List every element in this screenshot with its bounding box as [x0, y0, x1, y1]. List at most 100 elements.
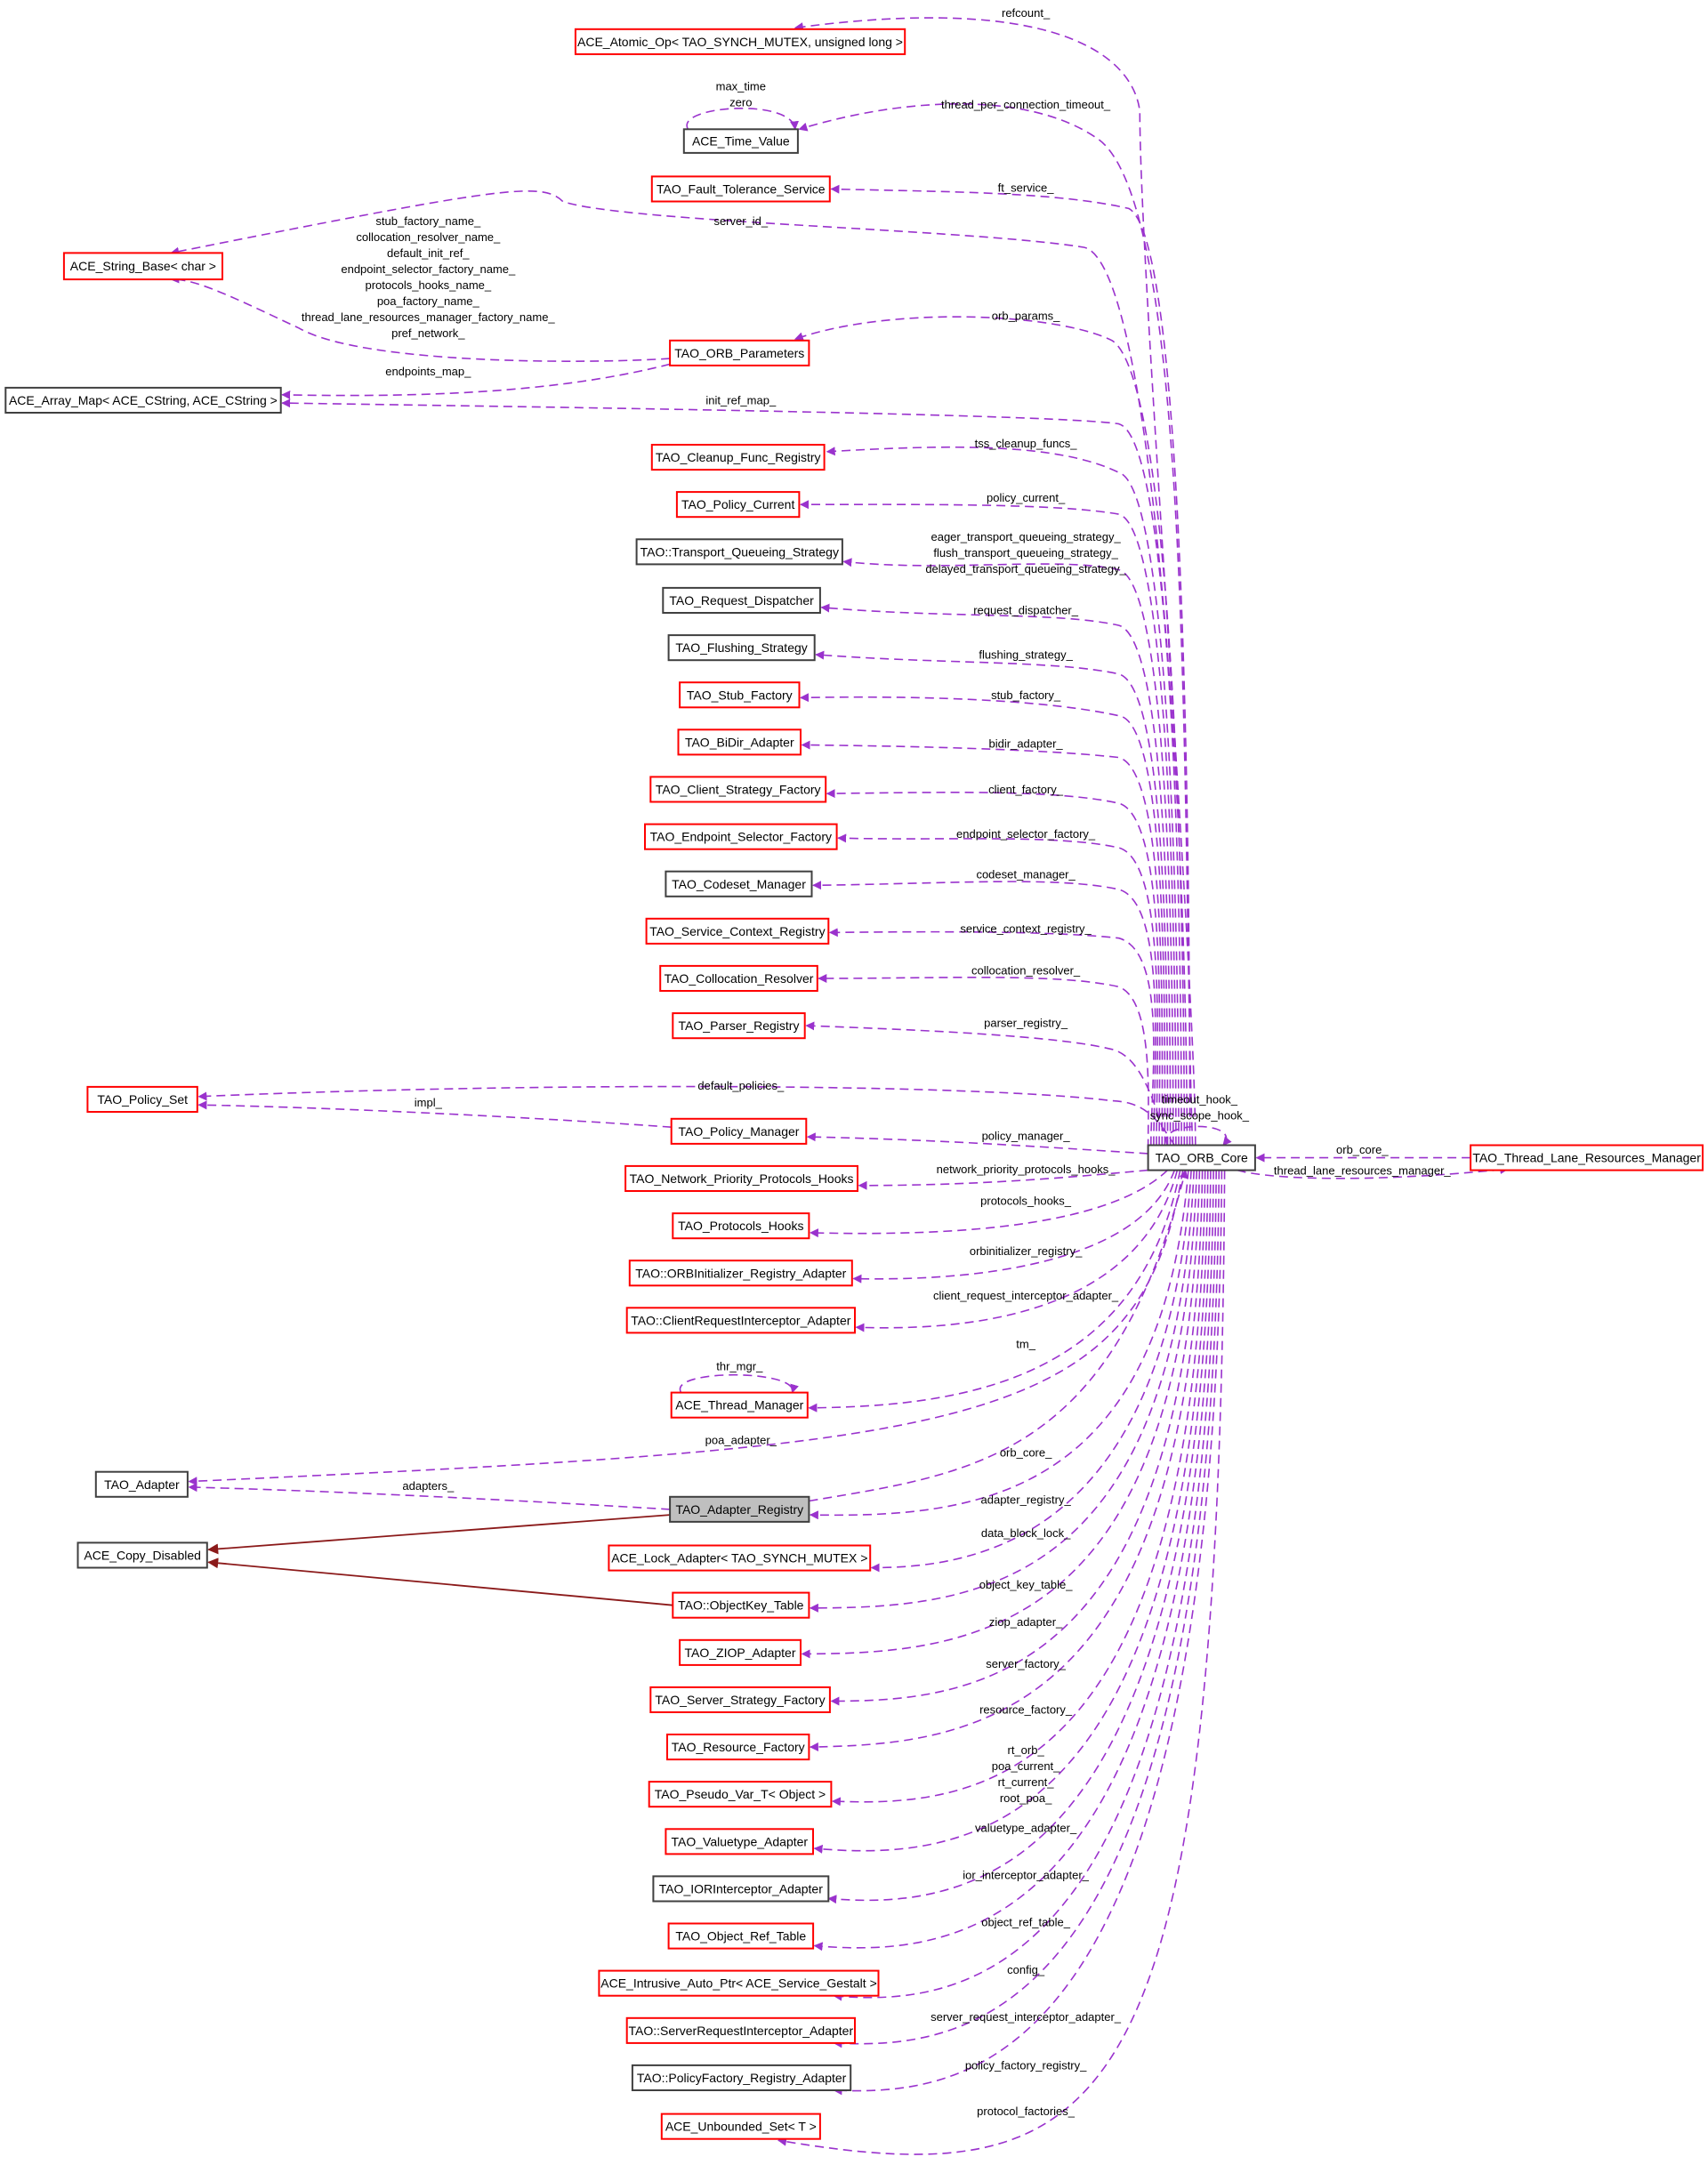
edge-label: stub_factory_ [991, 688, 1061, 702]
edge-label: rt_orb_ [1007, 1743, 1044, 1757]
usage-edge-orb_core-to-colloc [818, 973, 1149, 1148]
class-node-obj-ref[interactable]: TAO_Object_Ref_Table [667, 1922, 815, 1950]
class-node-policy-mgr[interactable]: TAO_Policy_Manager [670, 1117, 808, 1145]
class-node-ziop[interactable]: TAO_ZIOP_Adapter [679, 1638, 802, 1666]
edge-label: tm_ [1016, 1338, 1035, 1351]
edge-label: client_request_interceptor_adapter_ [933, 1289, 1119, 1302]
class-node-client-sf[interactable]: TAO_Client_Strategy_Factory [649, 776, 827, 803]
edge-label: data_block_lock_ [981, 1526, 1071, 1540]
edge-label: timeout_hook_ [1162, 1093, 1238, 1107]
class-node-bidir[interactable]: TAO_BiDir_Adapter [677, 728, 802, 756]
class-node-label: TAO_IORInterceptor_Adapter [659, 1881, 823, 1895]
class-node-label: TAO_Valuetype_Adapter [672, 1834, 809, 1848]
edge-label: endpoints_map_ [385, 365, 471, 378]
class-node-label: TAO_Adapter_Registry [675, 1502, 803, 1517]
class-node-intrusive[interactable]: ACE_Intrusive_Auto_Ptr< ACE_Service_Gest… [598, 1969, 880, 1997]
edge-label: ziop_adapter_ [989, 1615, 1063, 1629]
edge-label: flush_transport_queueing_strategy_ [933, 546, 1118, 559]
class-node-policy-set[interactable]: TAO_Policy_Set [86, 1085, 198, 1114]
class-node-parser[interactable]: TAO_Parser_Registry [672, 1012, 806, 1040]
class-node-valuetype[interactable]: TAO_Valuetype_Adapter [665, 1828, 815, 1855]
class-node-atomic-op[interactable]: ACE_Atomic_Op< TAO_SYNCH_MUTEX, unsigned… [574, 28, 906, 55]
class-node-label: TAO_Client_Strategy_Factory [656, 783, 821, 797]
class-node-orb-core[interactable]: TAO_ORB_Core [1147, 1144, 1256, 1171]
class-node-req-disp[interactable]: TAO_Request_Dispatcher [662, 586, 821, 615]
edge-label: default_policies_ [697, 1079, 785, 1092]
class-node-copy-disabled[interactable]: ACE_Copy_Disabled [77, 1541, 208, 1569]
class-node-endpoint-sf[interactable]: TAO_Endpoint_Selector_Factory [644, 823, 838, 850]
class-node-objkey[interactable]: TAO::ObjectKey_Table [672, 1591, 810, 1619]
class-node-label: TAO_Thread_Lane_Resources_Manager [1472, 1151, 1701, 1165]
class-node-label: TAO_Service_Context_Registry [649, 924, 825, 938]
class-node-label: TAO_Stub_Factory [687, 688, 793, 702]
class-node-policy-current[interactable]: TAO_Policy_Current [675, 491, 801, 519]
class-node-npph[interactable]: TAO_Network_Priority_Protocols_Hooks [624, 1164, 858, 1193]
class-node-string-base[interactable]: ACE_String_Base< char > [62, 252, 224, 281]
class-node-pseudo[interactable]: TAO_Pseudo_Var_T< Object > [648, 1781, 833, 1808]
class-node-adapter[interactable]: TAO_Adapter [94, 1470, 189, 1498]
class-node-colloc[interactable]: TAO_Collocation_Resolver [659, 964, 818, 993]
class-node-lock-adapter[interactable]: ACE_Lock_Adapter< TAO_SYNCH_MUTEX > [608, 1544, 872, 1572]
edge-label: ior_interceptor_adapter_ [963, 1869, 1089, 1882]
class-node-orb-params[interactable]: TAO_ORB_Parameters [669, 339, 810, 366]
class-node-proto-hooks[interactable]: TAO_Protocols_Hooks [672, 1212, 810, 1240]
class-node-label: TAO_Request_Dispatcher [669, 593, 814, 608]
edge-label: policy_current_ [987, 491, 1066, 504]
class-node-cleanup[interactable]: TAO_Cleanup_Func_Registry [650, 444, 826, 471]
nodes-layer: ACE_Atomic_Op< TAO_SYNCH_MUTEX, unsigned… [4, 28, 1704, 2140]
class-node-time-value[interactable]: ACE_Time_Value [682, 128, 799, 154]
usage-edge-orb_core-to-bidir [801, 740, 1164, 1146]
edge-label: orbinitializer_registry_ [970, 1244, 1083, 1258]
usage-edge-time_value-to-time_value [686, 107, 799, 131]
usage-edge-orb_core-to-pfra [833, 1170, 1223, 2096]
edge-label: flushing_strategy_ [979, 648, 1073, 662]
class-node-label: TAO_Adapter [104, 1477, 180, 1492]
edge-label: poa_factory_name_ [377, 294, 480, 308]
edge-label: codeset_manager_ [976, 868, 1076, 881]
edge-label: thr_mgr_ [716, 1360, 763, 1373]
class-node-label: TAO_Pseudo_Var_T< Object > [655, 1787, 826, 1801]
class-node-label: TAO::ObjectKey_Table [678, 1598, 804, 1613]
class-node-unbounded[interactable]: ACE_Unbounded_Set< T > [660, 2113, 821, 2140]
class-node-label: TAO_Fault_Tolerance_Service [657, 182, 826, 197]
edge-label: init_ref_map_ [705, 394, 777, 407]
class-node-orbinit[interactable]: TAO::ORBInitializer_Registry_Adapter [628, 1260, 853, 1287]
edge-label: policy_factory_registry_ [965, 2059, 1087, 2072]
edge-label: collocation_resolver_ [971, 963, 1081, 977]
edge-label: adapter_registry_ [981, 1493, 1072, 1507]
class-node-label: ACE_Unbounded_Set< T > [665, 2120, 817, 2134]
edge-label: thread_lane_resources_manager_factory_na… [302, 310, 556, 324]
class-node-codeset[interactable]: TAO_Codeset_Manager [665, 870, 813, 897]
class-node-pfra[interactable]: TAO::PolicyFactory_Registry_Adapter [631, 2064, 852, 2091]
class-node-resource[interactable]: TAO_Resource_Factory [666, 1734, 810, 1761]
edge-label: orb_core_ [1000, 1446, 1052, 1460]
class-node-ior-int[interactable]: TAO_IORInterceptor_Adapter [652, 1875, 830, 1903]
class-node-adapter-reg[interactable]: TAO_Adapter_Registry [669, 1495, 810, 1523]
usage-edge-orb_core-to-ft_service [830, 184, 1191, 1146]
edge-label: orb_core_ [1336, 1143, 1389, 1156]
edge-label: root_poa_ [1000, 1791, 1052, 1805]
class-node-server-sf[interactable]: TAO_Server_Strategy_Factory [649, 1686, 831, 1714]
class-node-array-map[interactable]: ACE_Array_Map< ACE_CString, ACE_CString … [4, 386, 282, 414]
class-node-sria[interactable]: TAO::ServerRequestInterceptor_Adapter [625, 2016, 856, 2044]
class-node-scr[interactable]: TAO_Service_Context_Registry [645, 917, 830, 945]
class-node-flushing[interactable]: TAO_Flushing_Strategy [667, 634, 816, 662]
edge-label: protocol_factories_ [977, 2105, 1076, 2118]
class-node-stub-factory[interactable]: TAO_Stub_Factory [679, 681, 801, 709]
class-node-label: TAO_Flushing_Strategy [675, 640, 807, 655]
edge-label: service_context_registry_ [960, 921, 1092, 935]
class-node-label: ACE_Time_Value [692, 134, 790, 149]
class-node-tlrm[interactable]: TAO_Thread_Lane_Resources_Manager [1470, 1144, 1704, 1171]
edge-label: max_time [716, 80, 766, 93]
usage-edge-orb_core-to-policy_current [800, 500, 1177, 1146]
usage-edge-orb_core-to-string_base [170, 189, 1188, 1146]
class-node-cria[interactable]: TAO::ClientRequestInterceptor_Adapter [625, 1307, 856, 1334]
class-node-thread-mgr[interactable]: ACE_Thread_Manager [670, 1391, 809, 1419]
class-node-label: TAO_Codeset_Manager [672, 877, 806, 891]
class-node-label: TAO_Network_Priority_Protocols_Hooks [630, 1171, 854, 1186]
edge-label: client_factory_ [988, 783, 1064, 796]
usage-edge-orb_core-to-parser [805, 1021, 1169, 1146]
class-node-tqs[interactable]: TAO::Transport_Queueing_Strategy [635, 538, 843, 566]
edge-label: valuetype_adapter_ [975, 1821, 1077, 1834]
class-node-ft-service[interactable]: TAO_Fault_Tolerance_Service [650, 175, 831, 203]
